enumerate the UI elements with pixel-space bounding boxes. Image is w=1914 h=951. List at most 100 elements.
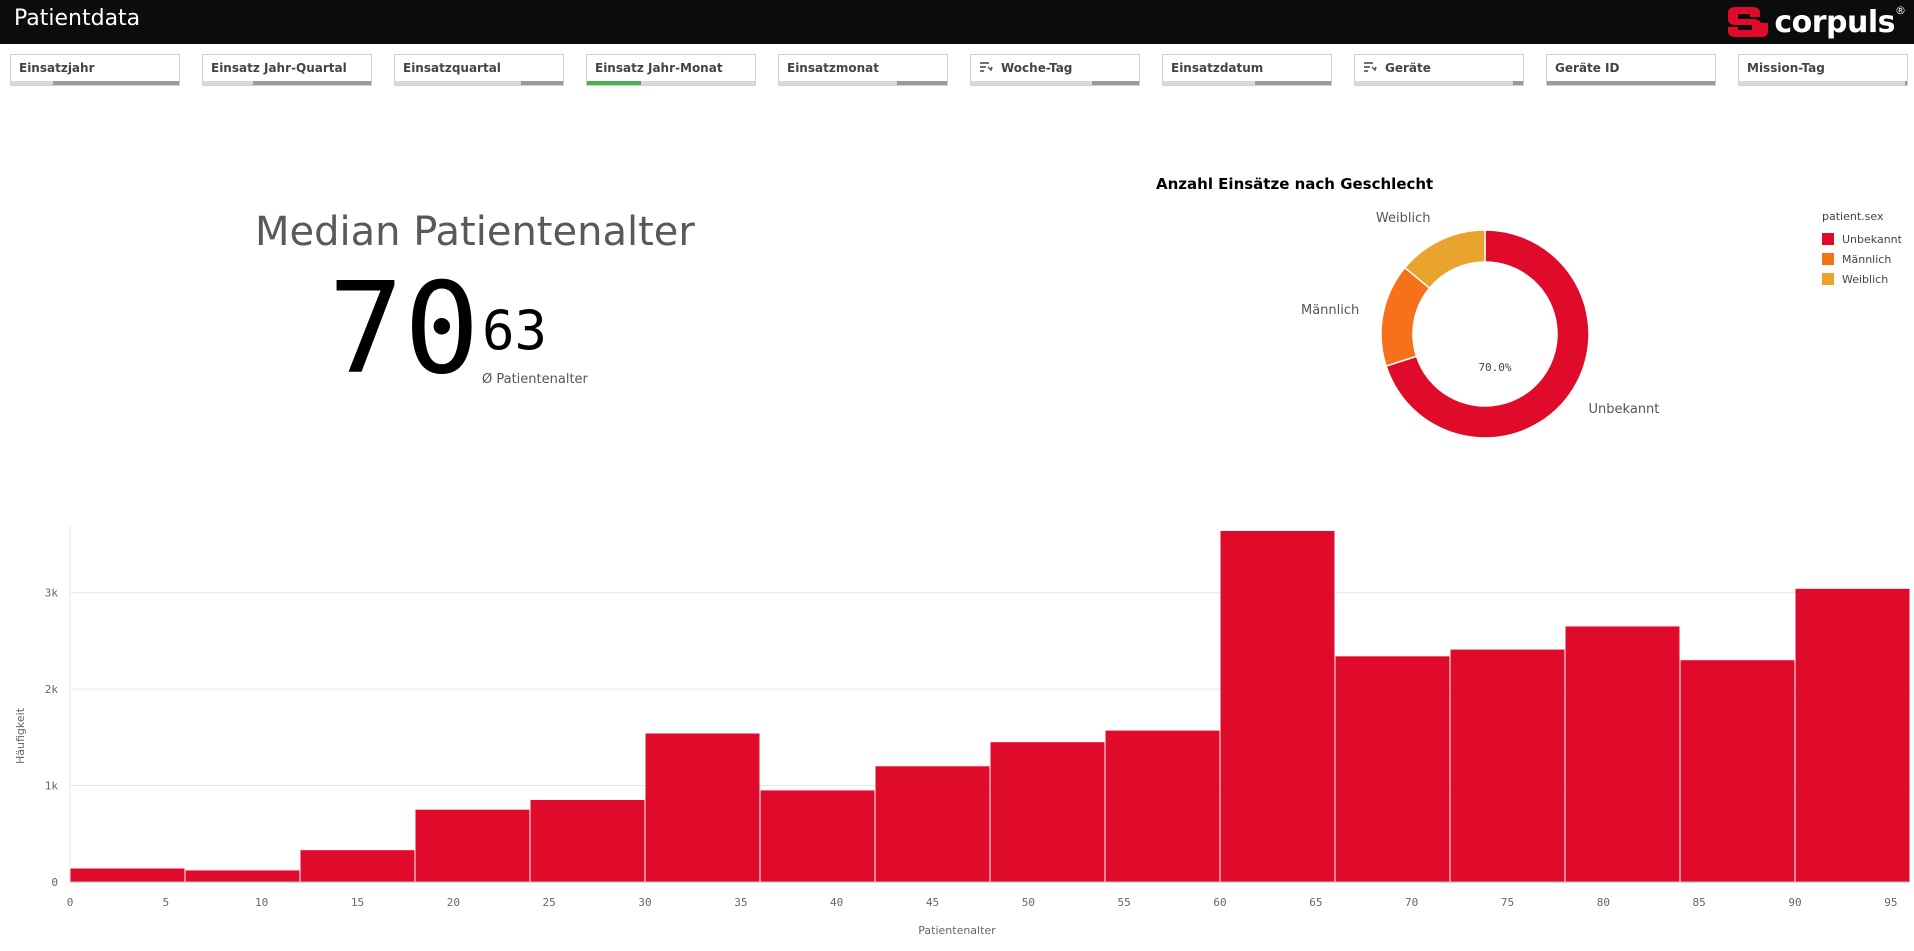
filter-geräte-id[interactable]: Geräte ID	[1546, 54, 1716, 86]
histogram-bar[interactable]	[530, 800, 645, 882]
filter-label-text: Woche-Tag	[1001, 61, 1073, 75]
histogram-bar[interactable]	[415, 809, 530, 882]
histogram-bar[interactable]	[70, 868, 185, 882]
filter-geräte[interactable]: Geräte	[1354, 54, 1524, 86]
histogram-bar[interactable]	[1680, 660, 1795, 882]
filter-selection-fill	[1905, 81, 1907, 85]
histogram-bar[interactable]	[760, 790, 875, 882]
legend-label: Weiblich	[1842, 272, 1889, 286]
y-tick-label: 3k	[45, 587, 59, 600]
x-axis-title: Patientenalter	[918, 924, 996, 937]
histogram-bar[interactable]	[1795, 588, 1910, 882]
logo-registered-mark: ®	[1895, 3, 1906, 17]
filter-einsatzdatum[interactable]: Einsatzdatum	[1162, 54, 1332, 86]
legend-item-männlich[interactable]: Männlich	[1822, 249, 1902, 269]
x-tick-label: 15	[351, 896, 364, 909]
app-title: Patientdata	[14, 6, 141, 31]
y-tick-label: 2k	[45, 683, 59, 696]
filter-selection-fill	[1255, 81, 1331, 85]
legend-swatch	[1822, 273, 1834, 285]
filter-label-text: Geräte ID	[1555, 61, 1620, 75]
donut-chart[interactable]: Unbekannt Männlich Weiblich 70.0%	[1280, 210, 1720, 460]
donut-center-value: 70.0%	[1478, 361, 1511, 374]
filter-selection-bar	[779, 81, 947, 85]
histogram-bar[interactable]	[1220, 530, 1335, 882]
filter-label: Geräte	[1363, 61, 1431, 75]
x-tick-label: 60	[1213, 896, 1226, 909]
x-tick-label: 20	[447, 896, 460, 909]
histogram-bar[interactable]	[185, 870, 300, 882]
histogram-bar[interactable]	[1565, 626, 1680, 882]
legend-title: patient.sex	[1822, 210, 1884, 223]
donut-slice-label: Weiblich	[1376, 211, 1431, 226]
filter-einsatzquartal[interactable]: Einsatzquartal	[394, 54, 564, 86]
legend-swatch	[1822, 233, 1834, 245]
histogram-bar[interactable]	[1450, 649, 1565, 882]
filter-einsatzjahr[interactable]: Einsatzjahr	[10, 54, 180, 86]
filter-label: Geräte ID	[1555, 61, 1619, 75]
histogram-bar[interactable]	[990, 742, 1105, 882]
x-tick-label: 65	[1309, 896, 1322, 909]
filter-selection-fill	[1512, 81, 1523, 85]
filter-selection-bar	[11, 81, 179, 85]
donut-legend: patient.sex Unbekannt Männlich Weiblich	[1822, 210, 1902, 289]
kpi-title: Median Patientenalter	[255, 209, 695, 255]
y-tick-label: 1k	[45, 780, 59, 793]
filter-label-text: Einsatzdatum	[1171, 61, 1264, 75]
filter-woche-tag[interactable]: Woche-Tag	[970, 54, 1140, 86]
y-tick-label: 0	[51, 876, 58, 889]
filter-label-text: Einsatzjahr	[19, 61, 95, 75]
corpuls-logo: corpuls ®	[1722, 0, 1906, 44]
top-bar: Patientdata corpuls ®	[0, 0, 1914, 44]
filter-label-text: Einsatzmonat	[787, 61, 879, 75]
x-tick-label: 30	[638, 896, 651, 909]
x-tick-label: 40	[830, 896, 843, 909]
filter-selection-bar	[971, 81, 1139, 85]
kpi-main-value: 70	[328, 255, 480, 402]
filter-label: Einsatzdatum	[1171, 61, 1263, 75]
filter-einsatzmonat[interactable]: Einsatzmonat	[778, 54, 948, 86]
filter-selection-bar	[1547, 81, 1715, 85]
filter-selection-bar	[203, 81, 371, 85]
filter-selection-fill	[53, 81, 179, 85]
filter-selection-bar	[395, 81, 563, 85]
legend-label: Männlich	[1842, 252, 1892, 266]
filter-selection-fill	[1547, 81, 1715, 85]
kpi-secondary-label: Ø Patientenalter	[482, 372, 588, 387]
legend-item-weiblich[interactable]: Weiblich	[1822, 269, 1902, 289]
histogram-bar[interactable]	[645, 733, 760, 882]
filter-label: Einsatzjahr	[19, 61, 95, 75]
histogram-bar[interactable]	[1335, 656, 1450, 882]
filter-label: Einsatz Jahr-Quartal	[211, 61, 347, 75]
x-tick-label: 90	[1788, 896, 1801, 909]
legend-swatch	[1822, 253, 1834, 265]
filter-selection-bar	[1739, 81, 1907, 85]
kpi-secondary-value: 63	[482, 299, 548, 362]
filter-label-text: Einsatzquartal	[403, 61, 501, 75]
histogram-bar[interactable]	[875, 766, 990, 882]
histogram-chart[interactable]: 0 1k 2k 3k 0 5 10 15 20 25 30 35 40 45 50 55 60 65 70 75 80 8…	[0, 520, 1914, 940]
filter-einsatz-jahr-quartal[interactable]: Einsatz Jahr-Quartal	[202, 54, 372, 86]
x-tick-label: 5	[163, 896, 170, 909]
y-axis-title: Häufigkeit	[14, 707, 27, 764]
x-tick-label: 80	[1597, 896, 1610, 909]
histogram-bar[interactable]	[300, 850, 415, 882]
filter-label-text: Geräte	[1385, 61, 1431, 75]
histogram-bar[interactable]	[1105, 730, 1220, 882]
filter-selection-fill	[896, 81, 947, 85]
x-tick-label: 35	[734, 896, 747, 909]
filter-selection-bar	[587, 81, 755, 85]
filter-mission-tag[interactable]: Mission-Tag	[1738, 54, 1908, 86]
filter-label-text: Mission-Tag	[1747, 61, 1825, 75]
legend-item-unbekannt[interactable]: Unbekannt	[1822, 229, 1902, 249]
filter-selection-fill	[1091, 81, 1139, 85]
filter-selection-fill	[587, 81, 641, 85]
x-tick-label: 25	[543, 896, 556, 909]
filter-selection-fill	[253, 81, 371, 85]
filter-label: Einsatz Jahr-Monat	[595, 61, 723, 75]
corpuls-logo-mark-icon	[1728, 7, 1769, 37]
filter-einsatz-jahr-monat[interactable]: Einsatz Jahr-Monat	[586, 54, 756, 86]
x-tick-label: 45	[926, 896, 939, 909]
filter-label-text: Einsatz Jahr-Monat	[595, 61, 723, 75]
filter-label: Einsatzquartal	[403, 61, 501, 75]
